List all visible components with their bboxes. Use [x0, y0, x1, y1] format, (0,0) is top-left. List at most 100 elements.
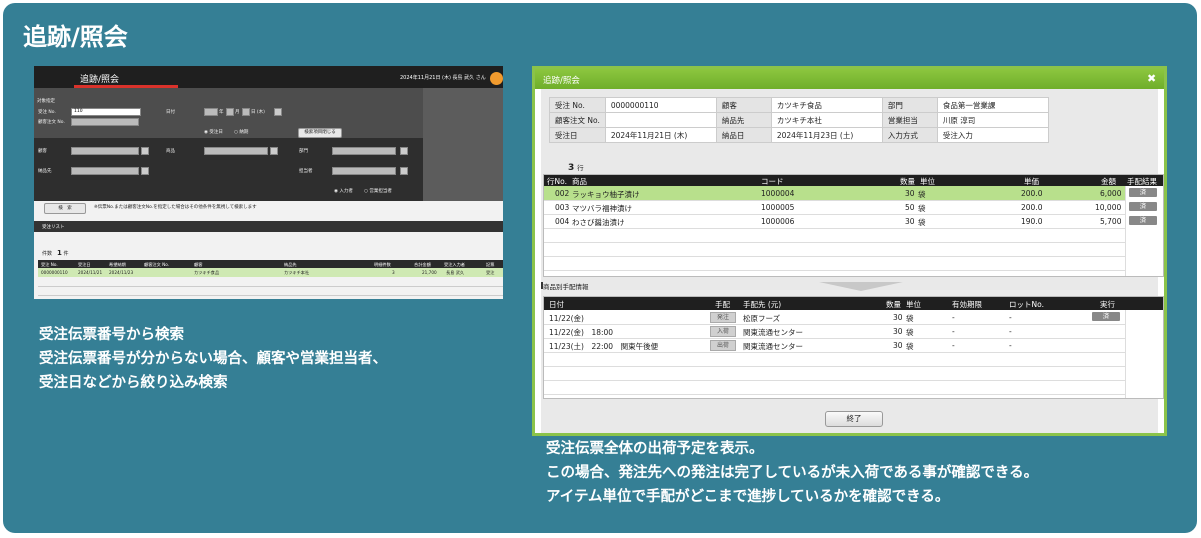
page-title: 追跡/照会	[23, 23, 128, 51]
table-row[interactable]	[544, 310, 1125, 325]
order-list-table-head	[38, 260, 503, 268]
section-label: 対象指定	[37, 99, 55, 104]
result-count: 件数 1 件	[42, 249, 69, 257]
arr-exec-button[interactable]: 済	[1092, 312, 1120, 321]
info-value: 川原 淳司	[936, 112, 1049, 128]
radio-sales-staff[interactable]: ○ 営業担当者	[364, 188, 392, 194]
product-label: 商品	[166, 149, 175, 154]
item-name: わさび醤油漬け	[572, 218, 625, 227]
info-value: 2024年11月21日 (木)	[604, 127, 717, 143]
search-button[interactable]: 検 索	[44, 203, 86, 214]
search-note: ※伝票No.または顧客注文No.を指定した場合はその他条件を無視して検索します	[94, 205, 257, 210]
end-button[interactable]: 終了	[825, 411, 883, 427]
arrangement-grid: 日付 手配 手配先 (元) 数量 単位 有効期限 ロットNo. 実行 11/22…	[543, 296, 1164, 399]
cell-slip: 受注	[486, 270, 495, 275]
info-value: カツキチ本社	[770, 112, 883, 128]
arr-dest: 関東流通センター	[743, 328, 803, 337]
item-price: 190.0	[1021, 217, 1043, 226]
grid-line	[38, 295, 503, 296]
arrow-down-icon	[819, 282, 903, 291]
cell-entry-person: 長島 武久	[446, 270, 465, 275]
customer-order-label: 顧客注文 No.	[38, 120, 65, 125]
arr-qty: 30	[893, 313, 903, 322]
item-status-button[interactable]: 済	[1129, 216, 1157, 225]
info-value	[604, 112, 717, 128]
info-key: 部門	[881, 97, 938, 113]
month-label: 月	[235, 110, 240, 115]
date-label: 日付	[166, 110, 175, 115]
arr-lot: -	[1009, 313, 1012, 322]
table-row[interactable]	[544, 324, 1125, 339]
cell-order-no: 0000000110	[41, 270, 68, 275]
feature-panel: 追跡/照会 追跡/照会 2024年11月21日 (木) 長島 武久 さん Hel…	[3, 3, 1197, 533]
customer-lookup-icon[interactable]	[141, 147, 149, 155]
month-input[interactable]	[226, 108, 234, 116]
info-value: 0000000110	[604, 97, 717, 113]
delivery-select[interactable]	[71, 167, 139, 175]
cell-desired-date: 2024/11/23	[109, 270, 134, 275]
toggle-items-button[interactable]: 検索項目閉じる	[298, 128, 342, 138]
arr-expiry: -	[952, 327, 955, 336]
item-status-button[interactable]: 済	[1129, 202, 1157, 211]
arr-type-tag: 出荷	[710, 340, 736, 351]
department-input[interactable]	[332, 147, 396, 155]
item-status-button[interactable]: 済	[1129, 188, 1157, 197]
customer-order-input[interactable]	[71, 118, 139, 126]
radio-entry-person[interactable]: ◉ 入力者	[334, 188, 353, 194]
arr-qty: 30	[893, 327, 903, 336]
item-name: マツバラ福神漬け	[572, 204, 632, 213]
radio-order-date[interactable]: ◉ 受注日	[204, 129, 223, 135]
right-caption-line-3: アイテム単位で手配がどこまで進捗しているかを確認できる。	[546, 489, 950, 505]
order-list-header	[34, 221, 503, 232]
order-no-label: 受注 No.	[38, 110, 56, 115]
arr-lot: -	[1009, 327, 1012, 336]
dialog-titlebar	[535, 69, 1164, 89]
info-key: 納品先	[715, 112, 772, 128]
year-label: 年	[219, 110, 224, 115]
delivery-label: 納品先	[38, 169, 52, 174]
search-screen: 追跡/照会 2024年11月21日 (木) 長島 武久 さん Hello,Con…	[34, 66, 503, 299]
info-value: カツキチ食品	[770, 97, 883, 113]
right-caption-line-1: 受注伝票全体の出荷予定を表示。	[546, 441, 764, 457]
radio-delivery[interactable]: ○ 納期	[234, 129, 248, 135]
arr-unit: 袋	[906, 314, 914, 323]
item-amount: 10,000	[1095, 203, 1122, 212]
order-no-input[interactable]: 110	[71, 108, 141, 116]
item-unit: 袋	[918, 190, 926, 199]
right-caption: 受注伝票全体の出荷予定を表示。 この場合、発注先への発注は完了しているが未入荷で…	[546, 437, 1038, 509]
day-input[interactable]	[242, 108, 250, 116]
column-divider	[1125, 186, 1126, 276]
arr-date: 11/23(土) 22:00 関東午後便	[549, 342, 659, 351]
arr-col-exec: 実行	[1100, 300, 1115, 309]
close-icon[interactable]: ✖	[1147, 72, 1156, 85]
product-input[interactable]	[204, 147, 268, 155]
order-list-title: 受注リスト	[42, 225, 65, 230]
arr-type-tag: 入荷	[710, 326, 736, 337]
right-caption-line-2: この場合、発注先への発注は完了しているが未入荷である事が確認できる。	[546, 465, 1039, 481]
empty-row	[544, 242, 1125, 257]
arr-type-tag: 発注	[710, 312, 736, 323]
calendar-icon[interactable]	[274, 108, 282, 116]
staff-input[interactable]	[332, 167, 396, 175]
user-avatar[interactable]	[490, 72, 503, 85]
arr-dest: 松原フーズ	[743, 314, 781, 323]
items-grid: 行No. 商品 コード 数量 単位 単価 金額 手配結果 002 ラッキョウ柚子…	[543, 174, 1164, 277]
info-key: 受注 No.	[549, 97, 606, 113]
department-lookup-icon[interactable]	[400, 147, 408, 155]
order-info-table: 受注 No. 0000000110 顧客 カツキチ食品 部門 食品第一営業課 顧…	[549, 97, 1049, 143]
info-key: 入力方式	[881, 127, 938, 143]
delivery-lookup-icon[interactable]	[141, 167, 149, 175]
info-key: 顧客注文 No.	[549, 112, 606, 128]
arr-col-date: 日付	[549, 300, 564, 309]
items-grid-head	[544, 175, 1163, 186]
left-caption-line-1: 受注伝票番号から検索	[39, 327, 184, 343]
staff-lookup-icon[interactable]	[400, 167, 408, 175]
customer-input[interactable]	[71, 147, 139, 155]
year-input[interactable]	[204, 108, 218, 116]
product-lookup-icon[interactable]	[270, 147, 278, 155]
items-col-status: 手配結果	[1127, 177, 1157, 186]
empty-row	[544, 366, 1125, 381]
item-price: 200.0	[1021, 189, 1043, 198]
item-qty: 30	[905, 189, 915, 198]
cell-delivery: カツキチ本社	[284, 270, 310, 275]
